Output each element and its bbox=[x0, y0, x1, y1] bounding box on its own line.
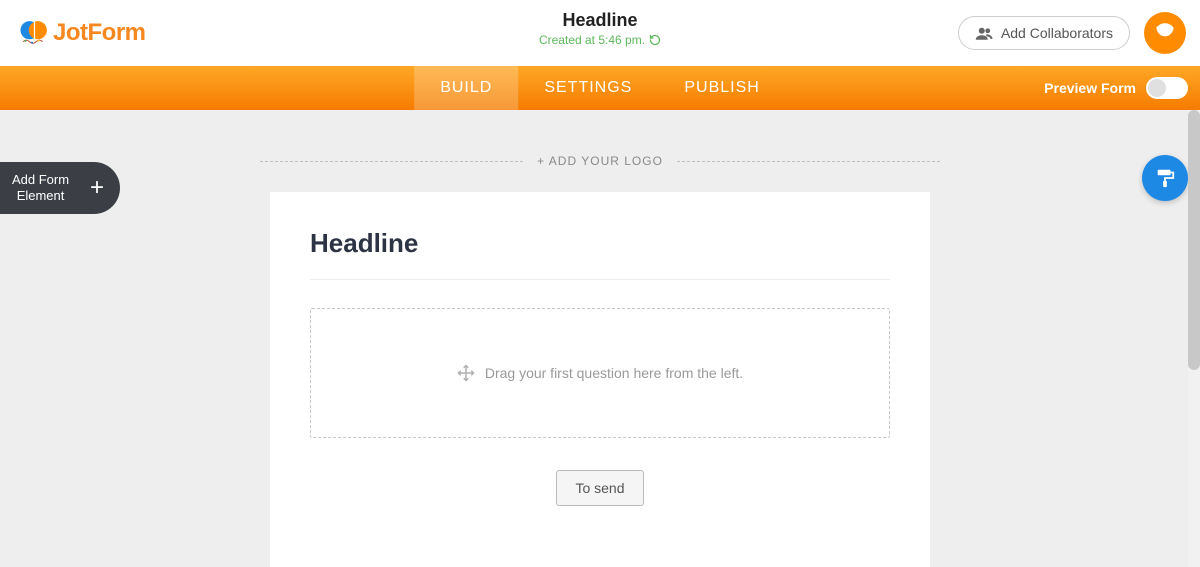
tab-build[interactable]: BUILD bbox=[414, 66, 518, 110]
tab-publish[interactable]: PUBLISH bbox=[658, 66, 785, 110]
move-icon bbox=[457, 364, 475, 382]
add-form-element-button[interactable]: Add Form Element + bbox=[0, 162, 120, 214]
created-timestamp: Created at 5:46 pm. bbox=[539, 33, 661, 47]
tab-settings[interactable]: SETTINGS bbox=[518, 66, 658, 110]
builder-canvas: Add Form Element + + ADD YOUR LOGO Headl… bbox=[0, 110, 1200, 567]
nav-tabs: BUILD SETTINGS PUBLISH bbox=[414, 66, 786, 110]
plus-icon: + bbox=[90, 176, 104, 200]
form-title-block: Headline Created at 5:46 pm. bbox=[539, 10, 661, 47]
form-designer-button[interactable] bbox=[1142, 155, 1188, 201]
scrollbar-thumb[interactable] bbox=[1188, 110, 1200, 370]
form-heading[interactable]: Headline bbox=[310, 228, 890, 280]
paint-roller-icon bbox=[1154, 167, 1176, 189]
add-logo-row[interactable]: + ADD YOUR LOGO bbox=[0, 154, 1200, 168]
avatar-icon bbox=[1152, 20, 1178, 46]
nav-bar: BUILD SETTINGS PUBLISH Preview Form bbox=[0, 66, 1200, 110]
logo-text: JotForm bbox=[53, 19, 146, 47]
add-element-label: Add Form Element bbox=[12, 172, 69, 203]
form-card: Headline Drag your first question here f… bbox=[270, 192, 930, 567]
vertical-scrollbar[interactable] bbox=[1188, 110, 1200, 567]
drop-hint-text: Drag your first question here from the l… bbox=[485, 365, 743, 381]
add-collaborators-button[interactable]: Add Collaborators bbox=[958, 16, 1130, 50]
divider-left bbox=[260, 161, 523, 162]
top-right-cluster: Add Collaborators bbox=[958, 12, 1200, 54]
collaborators-icon bbox=[975, 26, 993, 40]
question-drop-area[interactable]: Drag your first question here from the l… bbox=[310, 308, 890, 438]
preview-toggle[interactable] bbox=[1146, 77, 1188, 99]
preview-form-label: Preview Form bbox=[1044, 80, 1136, 96]
top-bar: JotForm Headline Created at 5:46 pm. Add… bbox=[0, 0, 1200, 66]
submit-button[interactable]: To send bbox=[556, 470, 643, 506]
avatar[interactable] bbox=[1144, 12, 1186, 54]
logo-icon bbox=[18, 17, 51, 50]
form-title[interactable]: Headline bbox=[539, 10, 661, 31]
undo-icon[interactable] bbox=[649, 34, 661, 46]
divider-right bbox=[677, 161, 940, 162]
logo[interactable]: JotForm bbox=[18, 17, 146, 50]
add-logo-label: + ADD YOUR LOGO bbox=[537, 154, 663, 168]
